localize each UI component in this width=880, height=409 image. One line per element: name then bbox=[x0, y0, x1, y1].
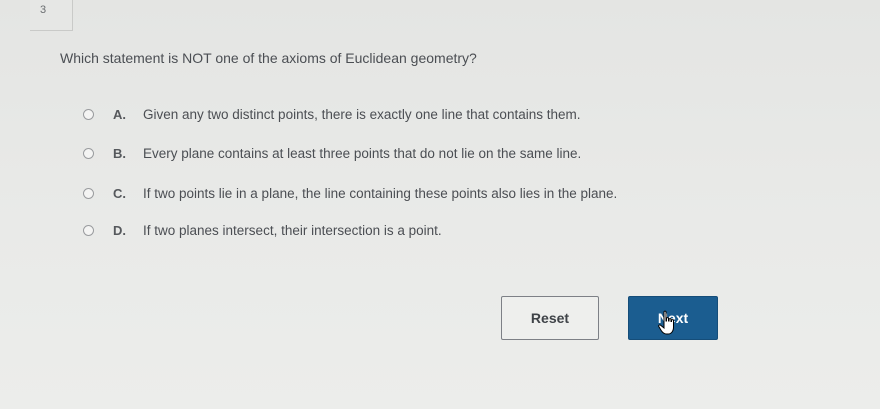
option-letter: B. bbox=[113, 145, 126, 161]
reset-button[interactable]: Reset bbox=[501, 296, 599, 340]
radio-button-a[interactable] bbox=[83, 108, 94, 120]
option-text: Every plane contains at least three poin… bbox=[143, 145, 582, 161]
question-number-box: 3 bbox=[30, 0, 73, 31]
radio-button-b[interactable] bbox=[83, 147, 94, 159]
option-d[interactable]: D. If two planes intersect, their inters… bbox=[82, 220, 442, 240]
radio-button-c[interactable] bbox=[83, 187, 94, 199]
option-c[interactable]: C. If two points lie in a plane, the lin… bbox=[82, 183, 617, 203]
option-a[interactable]: A. Given any two distinct points, there … bbox=[82, 104, 580, 124]
option-letter: C. bbox=[113, 185, 126, 201]
question-prompt: Which statement is NOT one of the axioms… bbox=[60, 50, 477, 66]
radio-button-d[interactable] bbox=[83, 224, 94, 236]
option-text: If two points lie in a plane, the line c… bbox=[143, 185, 618, 201]
option-letter: A. bbox=[113, 106, 126, 122]
option-b[interactable]: B. Every plane contains at least three p… bbox=[82, 143, 581, 163]
option-letter: D. bbox=[113, 222, 126, 238]
option-text: Given any two distinct points, there is … bbox=[143, 106, 581, 122]
option-text: If two planes intersect, their intersect… bbox=[143, 222, 442, 238]
question-number: 3 bbox=[40, 4, 47, 16]
next-button[interactable]: Next bbox=[628, 296, 718, 340]
